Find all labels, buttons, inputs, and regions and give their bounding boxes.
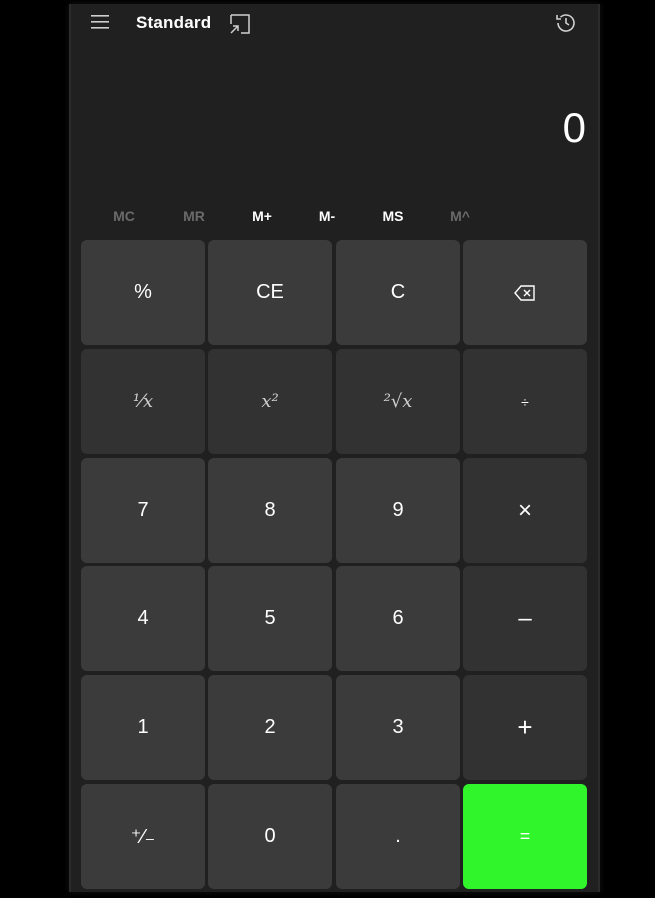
square-root-button[interactable]: ²√x [336, 349, 460, 454]
memory-add-button[interactable]: M+ [232, 201, 292, 231]
reciprocal-label: ¹⁄x [132, 391, 154, 412]
reciprocal-button[interactable]: ¹⁄x [81, 349, 205, 454]
equals-button[interactable]: = [463, 784, 587, 889]
digit-2-button[interactable]: 2 [208, 675, 332, 780]
negate-button[interactable]: ⁺⁄₋ [81, 784, 205, 889]
divide-button[interactable]: ÷ [463, 349, 587, 454]
keep-on-top-icon[interactable] [229, 13, 251, 35]
calculator-window: Standard 0 MC MR M+ M- MS M^ % CE C ¹⁄x … [69, 4, 600, 892]
backspace-icon [514, 284, 535, 301]
square-root-label: ²√x [383, 391, 413, 412]
subtract-button[interactable]: – [463, 566, 587, 671]
memory-list-button[interactable]: M^ [430, 201, 490, 231]
add-button[interactable]: + [463, 675, 587, 780]
history-icon[interactable] [554, 11, 578, 35]
percent-button[interactable]: % [81, 240, 205, 345]
digit-1-button[interactable]: 1 [81, 675, 205, 780]
memory-recall-button[interactable]: MR [164, 201, 224, 231]
digit-8-button[interactable]: 8 [208, 458, 332, 563]
memory-subtract-button[interactable]: M- [297, 201, 357, 231]
decimal-button[interactable]: . [336, 784, 460, 889]
digit-4-button[interactable]: 4 [81, 566, 205, 671]
backspace-button[interactable] [463, 240, 587, 345]
digit-7-button[interactable]: 7 [81, 458, 205, 563]
memory-store-button[interactable]: MS [363, 201, 423, 231]
result-display: 0 [562, 104, 586, 151]
memory-row: MC MR M+ M- MS M^ [79, 201, 479, 231]
square-label: x² [261, 391, 279, 412]
mode-title: Standard [136, 13, 212, 32]
hamburger-menu-icon[interactable] [91, 14, 113, 30]
clear-button[interactable]: C [336, 240, 460, 345]
digit-6-button[interactable]: 6 [336, 566, 460, 671]
multiply-button[interactable]: × [463, 458, 587, 563]
digit-0-button[interactable]: 0 [208, 784, 332, 889]
title-bar: Standard [71, 4, 598, 44]
digit-9-button[interactable]: 9 [336, 458, 460, 563]
square-button[interactable]: x² [208, 349, 332, 454]
digit-3-button[interactable]: 3 [336, 675, 460, 780]
digit-5-button[interactable]: 5 [208, 566, 332, 671]
clear-entry-button[interactable]: CE [208, 240, 332, 345]
memory-clear-button[interactable]: MC [94, 201, 154, 231]
